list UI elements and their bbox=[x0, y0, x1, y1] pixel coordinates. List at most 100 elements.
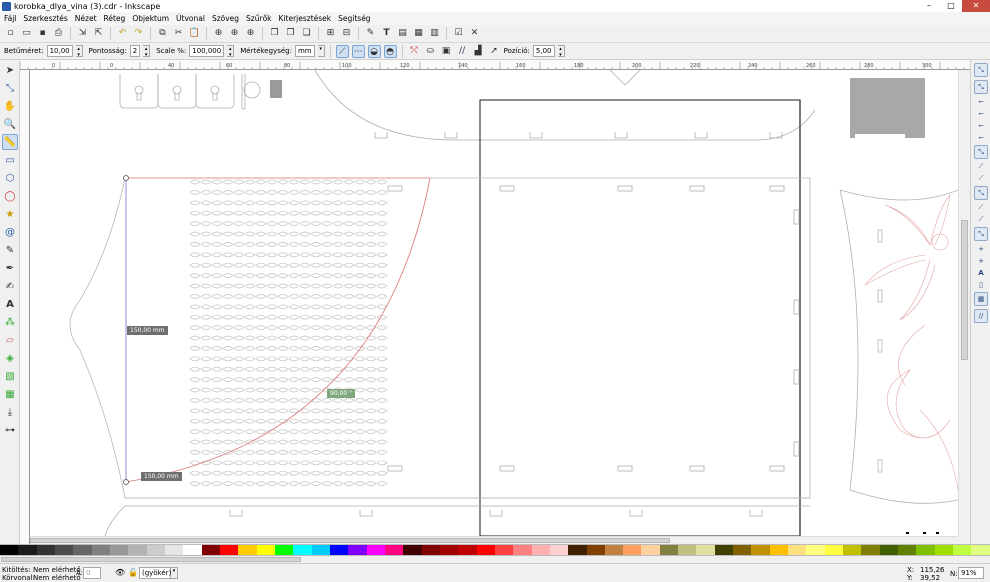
convert-to-item-icon[interactable]: /∕ bbox=[456, 45, 469, 58]
snap-bbox-edge-icon[interactable]: ⌐ bbox=[974, 97, 988, 106]
xml-editor-icon[interactable]: ▦ bbox=[412, 27, 425, 40]
palette-swatch[interactable] bbox=[549, 545, 569, 555]
palette-swatch[interactable] bbox=[476, 545, 495, 555]
to-phantom-icon[interactable]: ⛀ bbox=[424, 45, 437, 58]
calligraphy-tool-icon[interactable]: ✍ bbox=[2, 278, 18, 294]
menu-view[interactable]: Nézet bbox=[75, 14, 97, 23]
palette-swatch[interactable] bbox=[659, 545, 679, 555]
snap-rotation-center-icon[interactable]: + bbox=[974, 256, 988, 265]
measure-start-handle[interactable] bbox=[123, 175, 129, 181]
snap-bbox-icon[interactable]: ⤡ bbox=[974, 80, 988, 94]
palette-swatch[interactable] bbox=[293, 545, 312, 555]
palette-swatch[interactable] bbox=[788, 545, 807, 555]
palette-swatch[interactable] bbox=[568, 545, 587, 555]
redo-icon[interactable]: ↷ bbox=[132, 27, 145, 40]
palette-swatch[interactable] bbox=[623, 545, 642, 555]
palette-swatch[interactable] bbox=[898, 545, 917, 555]
text-font-icon[interactable]: T bbox=[380, 27, 393, 40]
palette-swatch[interactable] bbox=[678, 545, 697, 555]
font-size-input[interactable]: 10,00 bbox=[46, 45, 73, 57]
palette-swatch[interactable] bbox=[109, 545, 129, 555]
snap-object-center-icon[interactable]: + bbox=[974, 244, 988, 253]
font-size-spinner[interactable]: ▴ ▾ bbox=[75, 45, 83, 58]
snap-others-icon[interactable]: ⤡ bbox=[974, 227, 988, 241]
preferences-icon[interactable]: ☑ bbox=[452, 27, 465, 40]
palette-swatch[interactable] bbox=[861, 545, 880, 555]
paste-icon[interactable]: 📋 bbox=[188, 27, 201, 40]
mesh-tool-icon[interactable]: ▦ bbox=[2, 386, 18, 402]
snap-toggle-icon[interactable]: ⤡ bbox=[974, 63, 988, 77]
snap-smooth-icon[interactable]: ⟋ bbox=[974, 203, 988, 212]
print-icon[interactable]: ⎙ bbox=[52, 27, 65, 40]
connector-tool-icon[interactable]: ⊶ bbox=[2, 422, 18, 438]
opacity-input[interactable]: 0 bbox=[83, 567, 101, 579]
palette-swatch[interactable] bbox=[54, 545, 74, 555]
new-document-icon[interactable]: ▫ bbox=[4, 27, 17, 40]
measure-end-handle[interactable] bbox=[123, 479, 129, 485]
palette-swatch[interactable] bbox=[696, 545, 715, 555]
palette-swatch[interactable] bbox=[934, 545, 954, 555]
dropper-tool-icon[interactable]: ⤓ bbox=[2, 404, 18, 420]
menu-path[interactable]: Útvonal bbox=[176, 14, 205, 23]
palette-swatch[interactable] bbox=[824, 545, 844, 555]
selector-tool-icon[interactable]: ➤ bbox=[2, 62, 18, 78]
zoom-selection-icon[interactable]: ⊕ bbox=[212, 27, 225, 40]
palette-swatch[interactable] bbox=[128, 545, 147, 555]
align-icon[interactable]: ▥ bbox=[428, 27, 441, 40]
reverse-measure-icon[interactable]: ⤲ bbox=[408, 45, 421, 58]
palette-swatch[interactable] bbox=[439, 545, 459, 555]
cut-icon[interactable]: ✂ bbox=[172, 27, 185, 40]
ungroup-icon[interactable]: ⊟ bbox=[340, 27, 353, 40]
horizontal-scrollbar[interactable] bbox=[30, 536, 958, 544]
palette-swatch[interactable] bbox=[458, 545, 477, 555]
palette-swatch[interactable] bbox=[219, 545, 239, 555]
precision-input[interactable]: 2 bbox=[129, 45, 141, 57]
palette-swatch[interactable] bbox=[201, 545, 220, 555]
zoom-page-icon[interactable]: ⊕ bbox=[244, 27, 257, 40]
snap-bbox-midpoint-icon[interactable]: ⌐ bbox=[974, 121, 988, 130]
palette-swatch[interactable] bbox=[879, 545, 899, 555]
rectangle-tool-icon[interactable]: ▭ bbox=[2, 152, 18, 168]
paint-bucket-tool-icon[interactable]: ◈ bbox=[2, 350, 18, 366]
menu-filters[interactable]: Szűrők bbox=[246, 14, 271, 23]
snap-path-icon[interactable]: ⟋ bbox=[974, 162, 988, 171]
position-input[interactable]: 5,00 bbox=[532, 45, 555, 57]
spray-tool-icon[interactable]: ⁂ bbox=[2, 314, 18, 330]
palette-swatch[interactable] bbox=[604, 545, 624, 555]
fill-stroke-icon[interactable]: ✎ bbox=[364, 27, 377, 40]
snap-intersection-icon[interactable]: ⟋ bbox=[974, 174, 988, 183]
gradient-tool-icon[interactable]: ▧ bbox=[2, 368, 18, 384]
snap-nodes-icon[interactable]: ⤡ bbox=[974, 145, 988, 159]
palette-swatch[interactable] bbox=[18, 545, 37, 555]
snap-guide-icon[interactable]: /∕ bbox=[974, 309, 988, 323]
import-icon[interactable]: ⇲ bbox=[76, 27, 89, 40]
palette-scroll-thumb[interactable] bbox=[1, 557, 301, 562]
scale-spinner[interactable]: ▴ ▾ bbox=[227, 45, 235, 58]
snap-line-midpoint-icon[interactable]: ⟋ bbox=[974, 215, 988, 224]
palette-swatch[interactable] bbox=[843, 545, 862, 555]
group-icon[interactable]: ⊞ bbox=[324, 27, 337, 40]
horizontal-scroll-thumb[interactable] bbox=[30, 538, 670, 543]
mark-dimension-icon[interactable]: ▟ bbox=[472, 45, 485, 58]
undo-icon[interactable]: ↶ bbox=[116, 27, 129, 40]
snap-page-border-icon[interactable]: ▯ bbox=[974, 280, 988, 289]
zoom-tool-icon[interactable]: 🔍 bbox=[2, 116, 18, 132]
palette-swatch[interactable] bbox=[274, 545, 294, 555]
palette-swatch[interactable] bbox=[36, 545, 55, 555]
menu-file[interactable]: Fájl bbox=[4, 14, 16, 23]
palette-swatch[interactable] bbox=[146, 545, 165, 555]
export-icon[interactable]: ⇱ bbox=[92, 27, 105, 40]
layers-icon[interactable]: ▤ bbox=[396, 27, 409, 40]
palette-swatch[interactable] bbox=[403, 545, 422, 555]
menu-extensions[interactable]: Kiterjesztések bbox=[279, 14, 332, 23]
palette-swatch[interactable] bbox=[494, 545, 514, 555]
document-properties-icon[interactable]: ✕ bbox=[468, 27, 481, 40]
palette-swatch[interactable] bbox=[751, 545, 770, 555]
measure-all-layers-icon[interactable]: ◓ bbox=[383, 44, 397, 58]
palette-swatch[interactable] bbox=[256, 545, 275, 555]
unlink-clone-icon[interactable]: ❏ bbox=[300, 27, 313, 40]
palette-swatch[interactable] bbox=[916, 545, 935, 555]
palette-swatch[interactable] bbox=[329, 545, 349, 555]
copy-icon[interactable]: ⧉ bbox=[156, 27, 169, 40]
menu-layer[interactable]: Réteg bbox=[104, 14, 126, 23]
